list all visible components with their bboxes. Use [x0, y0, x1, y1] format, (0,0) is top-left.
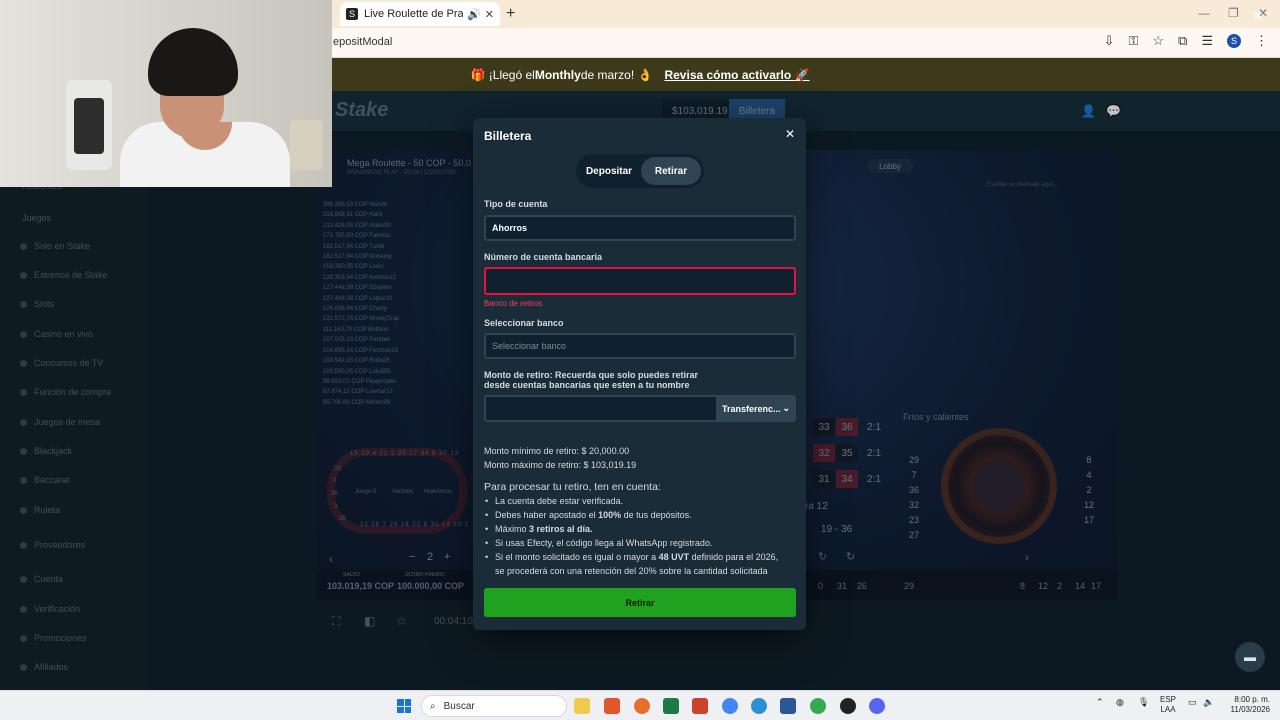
webcam-heater-object: [66, 80, 112, 170]
account-number-input[interactable]: [484, 267, 796, 295]
microphone-icon[interactable]: 🎙: [1138, 697, 1149, 708]
notes-title: Para procesar tu retiro, ten en cuenta:: [484, 481, 661, 493]
notes-list: La cuenta debe estar verificada. Debes h…: [484, 494, 799, 578]
note-bold: 3 retiros al día.: [529, 524, 593, 534]
amount-label: Monto de retiro: Recuerda que solo puede…: [484, 370, 698, 390]
github-desktop-icon[interactable]: [840, 698, 856, 714]
note-text: de tus depósitos.: [621, 510, 692, 520]
minimize-icon[interactable]: —: [1198, 6, 1210, 20]
note-text: Debes haber apostado el: [495, 510, 599, 520]
note-text: definido para el 2026,: [689, 552, 779, 562]
windows-start-icon[interactable]: [397, 699, 411, 713]
account-number-label: Número de cuenta bancaria: [484, 252, 603, 262]
file-explorer-icon[interactable]: [574, 698, 590, 714]
promo-link[interactable]: Revisa cómo activarlo 🚀: [664, 68, 809, 82]
webcam-figurine-object: [290, 120, 322, 170]
taskbar-search-label: Buscar: [443, 700, 475, 712]
install-icon[interactable]: ⇩: [1104, 33, 1115, 49]
note-bold: 100%: [598, 510, 622, 520]
tray-app-icon[interactable]: ◍: [1116, 697, 1124, 708]
brave-browser-icon[interactable]: [604, 698, 620, 714]
amount-label-line1: Monto de retiro: Recuerda que solo puede…: [484, 370, 699, 380]
close-tab-icon[interactable]: ✕: [485, 8, 494, 21]
note-text: Si el monto solicitado es igual o mayor …: [495, 552, 659, 562]
tab-title: Live Roulette de Pragmatic: [364, 8, 464, 20]
account-type-label: Tipo de cuenta: [484, 199, 548, 209]
speaker-icon[interactable]: 🔊: [467, 8, 481, 21]
network-icon[interactable]: ▭: [1188, 697, 1197, 708]
amount-input[interactable]: [484, 395, 716, 422]
deposit-withdraw-toggle: Depositar Retirar: [576, 154, 704, 188]
excel-icon[interactable]: [663, 698, 679, 714]
taskbar-search[interactable]: ⌕ Buscar: [421, 695, 567, 717]
windows-taskbar: ⌕ Buscar ⌃ ◍ 🎙 ESP LAA ▭ 🔈 8:00 p. m. 11…: [0, 690, 1280, 720]
tab-withdraw[interactable]: Retirar: [641, 157, 701, 185]
clock-date: 11/03/2026: [1230, 705, 1270, 714]
search-icon: ⌕: [430, 700, 436, 712]
tray-chevron-up-icon[interactable]: ⌃: [1096, 697, 1104, 708]
extensions-icon[interactable]: ⧉: [1178, 33, 1187, 49]
bank-label: Seleccionar banco: [484, 318, 564, 328]
firefox-icon[interactable]: [634, 698, 650, 714]
withdraw-submit-button[interactable]: Retirar: [484, 588, 796, 617]
chrome-profile-icon[interactable]: [810, 698, 826, 714]
lang-line2: LAA: [1160, 705, 1176, 714]
bookmark-star-icon[interactable]: ☆: [1152, 33, 1164, 49]
note-item: Debes haber apostado el 100% de tus depó…: [484, 508, 799, 522]
clock-time: 8:00 p. m.: [1234, 695, 1270, 704]
modal-close-icon[interactable]: ✕: [785, 127, 795, 141]
bank-select[interactable]: Seleccionar banco: [484, 333, 796, 359]
wallet-modal: Billetera ✕ Depositar Retirar Tipo de cu…: [473, 118, 806, 630]
amount-row: Transferenc... ⌄: [484, 395, 796, 422]
note-text: Máximo: [495, 524, 530, 534]
method-select[interactable]: Transferenc... ⌄: [716, 395, 796, 422]
account-type-select[interactable]: Ahorros: [484, 215, 796, 241]
new-tab-icon[interactable]: +: [506, 5, 515, 23]
chrome-icon[interactable]: [722, 698, 738, 714]
max-amount-text: Monto máximo de retiro: $ 103,019.19: [484, 460, 637, 470]
chevron-down-icon: ⌄: [782, 403, 790, 413]
note-text: se procederá con una retención del 20% s…: [495, 566, 768, 576]
lang-line1: ESP: [1160, 695, 1177, 704]
menu-dots-icon[interactable]: ⋮: [1255, 33, 1268, 49]
input-language[interactable]: ESP LAA: [1160, 695, 1176, 715]
url-text[interactable]: epositModal: [333, 36, 392, 48]
stake-favicon-icon: S: [346, 8, 358, 20]
note-item: Si usas Efecty, el código llega al Whats…: [484, 536, 799, 550]
modal-title: Billetera: [484, 129, 532, 143]
toolbar-icons: ⇩ ⚿ ☆ ⧉ ☰ S ⋮: [1104, 33, 1268, 49]
webcam-overlay: [0, 0, 332, 187]
reading-list-icon[interactable]: ☰: [1201, 33, 1213, 49]
key-icon[interactable]: ⚿: [1128, 33, 1138, 49]
live-support-chat-icon[interactable]: ▬: [1235, 642, 1265, 672]
note-item: Si el monto solicitado es igual o mayor …: [484, 550, 799, 578]
promo-text-post: de marzo! 👌: [580, 67, 653, 82]
restore-icon[interactable]: ❐: [1228, 6, 1239, 20]
note-text: La cuenta debe estar verificada.: [495, 496, 624, 506]
browser-tab-active[interactable]: S Live Roulette de Pragmatic 🔊 ✕: [340, 2, 500, 26]
word-icon[interactable]: [780, 698, 796, 714]
method-select-value: Transferenc...: [722, 403, 781, 414]
note-bold: 48 UVT: [658, 552, 690, 562]
gift-icon: 🎁: [470, 67, 489, 82]
promo-text-pre: ¡Llegó el: [488, 67, 535, 82]
profile-avatar[interactable]: S: [1227, 34, 1241, 48]
account-number-error: Banco de retiros: [484, 299, 543, 308]
powerpoint-icon[interactable]: [692, 698, 708, 714]
taskbar-clock[interactable]: 8:00 p. m. 11/03/2026: [1225, 695, 1270, 715]
amount-label-line2: desde cuentas bancarias que esten a tu n…: [484, 380, 690, 390]
discord-icon[interactable]: [869, 698, 885, 714]
note-text: Si usas Efecty, el código llega al Whats…: [495, 538, 713, 548]
promo-close-icon[interactable]: ✕: [1252, 8, 1264, 25]
volume-icon[interactable]: 🔈: [1203, 697, 1214, 708]
note-item: Máximo 3 retiros al día.: [484, 522, 799, 536]
min-amount-text: Monto mínimo de retiro: $ 20,000.00: [484, 446, 630, 456]
tab-deposit[interactable]: Depositar: [579, 157, 639, 185]
promo-text-bold: Monthly: [534, 67, 581, 82]
note-item: La cuenta debe estar verificada.: [484, 494, 799, 508]
edge-icon[interactable]: [751, 698, 767, 714]
